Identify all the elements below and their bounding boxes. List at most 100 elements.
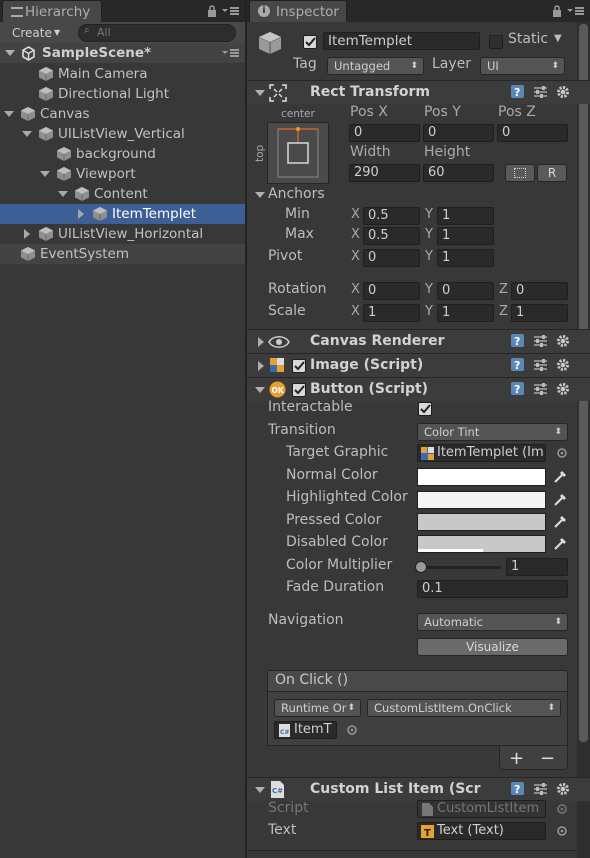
settings-gear-icon[interactable] — [555, 333, 571, 349]
foldout-open-icon[interactable] — [22, 129, 32, 139]
hierarchy-item-uilistview-horizontal[interactable]: UIListView_Horizontal — [0, 224, 245, 244]
posy-field[interactable]: 0 — [423, 124, 494, 142]
foldout-closed-icon[interactable] — [76, 209, 86, 219]
target-graphic-field[interactable]: ItemTemplet (Im — [417, 444, 546, 462]
anchor-presets-button[interactable] — [267, 122, 329, 184]
inspector-lock-icon[interactable] — [552, 5, 562, 17]
create-button[interactable]: Create ▼ — [6, 24, 66, 42]
add-event-button[interactable]: + — [509, 748, 524, 769]
help-icon[interactable]: ? — [510, 84, 525, 99]
inspector-menu-icon[interactable] — [566, 5, 586, 17]
context-menu-icon[interactable] — [221, 5, 241, 17]
help-icon[interactable]: ? — [510, 357, 525, 372]
inspector-tab[interactable]: i Inspector — [249, 0, 347, 22]
foldout-open-icon[interactable] — [255, 385, 265, 395]
hierarchy-item-content[interactable]: Content — [0, 184, 245, 204]
navigation-dropdown[interactable]: Automatic ⬍ — [417, 613, 568, 631]
highlighted-color-swatch[interactable] — [417, 491, 546, 509]
multiplier-field[interactable]: 1 — [506, 558, 568, 576]
transition-dropdown[interactable]: Color Tint ⬍ — [417, 423, 568, 441]
object-name-field[interactable]: ItemTemplet — [323, 32, 480, 50]
hierarchy-item-uilistview-vertical[interactable]: UIListView_Vertical — [0, 124, 245, 144]
disabled-color-swatch[interactable] — [417, 535, 546, 553]
hierarchy-tab[interactable]: Hierarchy — [2, 0, 102, 22]
foldout-open-icon[interactable] — [4, 109, 14, 119]
interactable-checkbox[interactable] — [418, 402, 432, 416]
help-icon[interactable]: ? — [510, 381, 525, 396]
anchors-max-x-field[interactable]: 0.5 — [363, 227, 420, 245]
eyedropper-icon[interactable] — [552, 492, 568, 508]
pivot-y-field[interactable]: 1 — [437, 249, 494, 267]
pivot-x-field[interactable]: 0 — [363, 249, 420, 267]
runtime-dropdown[interactable]: Runtime Or ⬍ — [274, 699, 361, 717]
hierarchy-item-canvas[interactable]: Canvas — [0, 104, 245, 124]
hierarchy-search-input[interactable]: ⌕ All — [78, 24, 236, 42]
preset-icon[interactable] — [533, 85, 548, 99]
multiplier-slider-thumb[interactable] — [415, 561, 427, 573]
posz-field[interactable]: 0 — [497, 124, 568, 142]
text-field[interactable]: T Text (Text) — [417, 822, 546, 840]
button-enabled-checkbox[interactable] — [292, 383, 306, 397]
active-checkbox[interactable] — [303, 35, 317, 49]
static-checkbox[interactable] — [489, 35, 503, 49]
lock-icon[interactable] — [207, 5, 217, 17]
raw-edit-button[interactable]: R — [537, 164, 567, 182]
hierarchy-item-background[interactable]: background — [0, 144, 245, 164]
foldout-closed-icon[interactable] — [22, 229, 32, 239]
normal-color-swatch[interactable] — [417, 468, 546, 486]
hierarchy-item-directional-light[interactable]: Directional Light — [0, 84, 245, 104]
preset-icon[interactable] — [533, 382, 548, 396]
rotation-y-field[interactable]: 0 — [437, 282, 494, 300]
remove-event-button[interactable]: − — [540, 748, 555, 769]
scale-y-field[interactable]: 1 — [437, 304, 494, 322]
object-picker-icon[interactable] — [556, 803, 568, 815]
scene-menu-icon[interactable] — [221, 47, 241, 59]
image-enabled-checkbox[interactable] — [292, 359, 306, 373]
rect-transform-header[interactable]: Rect Transform ? — [247, 80, 590, 104]
anchors-min-x-field[interactable]: 0.5 — [363, 207, 420, 225]
hierarchy-item-itemtemplet[interactable]: ItemTemplet — [0, 204, 245, 224]
help-icon[interactable]: ? — [510, 781, 525, 796]
fade-duration-field[interactable]: 0.1 — [417, 580, 568, 598]
visualize-button[interactable]: Visualize — [417, 638, 568, 656]
posx-field[interactable]: 0 — [349, 124, 420, 142]
settings-gear-icon[interactable] — [555, 381, 571, 397]
foldout-closed-icon[interactable] — [256, 337, 266, 347]
pressed-color-swatch[interactable] — [417, 513, 546, 531]
handler-dropdown[interactable]: CustomListItem.OnClick ⬍ — [367, 699, 561, 717]
preset-icon[interactable] — [533, 334, 548, 348]
settings-gear-icon[interactable] — [555, 781, 571, 797]
anchors-foldout-icon[interactable] — [255, 190, 265, 200]
multiplier-slider-track[interactable] — [419, 566, 501, 569]
help-icon[interactable]: ? — [510, 333, 525, 348]
button-script-header[interactable]: OK Button (Script) ? — [247, 377, 590, 401]
height-field[interactable]: 60 — [423, 164, 494, 182]
hierarchy-item-main-camera[interactable]: Main Camera — [0, 64, 245, 84]
eyedropper-icon[interactable] — [552, 514, 568, 530]
image-script-header[interactable]: Image (Script) ? — [247, 353, 590, 377]
inspector-scrollbar[interactable] — [577, 22, 590, 858]
rotation-x-field[interactable]: 0 — [363, 282, 420, 300]
foldout-open-icon[interactable] — [5, 48, 15, 58]
settings-gear-icon[interactable] — [555, 357, 571, 373]
layer-dropdown[interactable]: UI ⬍ — [480, 57, 565, 75]
scale-z-field[interactable]: 1 — [511, 304, 568, 322]
width-field[interactable]: 290 — [349, 164, 420, 182]
object-picker-icon[interactable] — [556, 447, 568, 459]
foldout-open-icon[interactable] — [40, 169, 50, 179]
anchors-min-y-field[interactable]: 1 — [437, 207, 494, 225]
static-dropdown-icon[interactable]: ▼ — [554, 33, 562, 44]
custom-list-item-header[interactable]: C# Custom List Item (Scr ? — [247, 777, 590, 801]
hierarchy-item-eventsystem[interactable]: EventSystem — [0, 244, 245, 264]
foldout-closed-icon[interactable] — [256, 361, 266, 371]
foldout-open-icon[interactable] — [255, 88, 265, 98]
scene-row[interactable]: SampleScene* — [0, 43, 245, 63]
object-picker-icon[interactable] — [346, 724, 358, 736]
blueprint-mode-button[interactable] — [505, 164, 535, 182]
foldout-open-icon[interactable] — [255, 785, 265, 795]
preset-icon[interactable] — [533, 782, 548, 796]
tag-dropdown[interactable]: Untagged ⬍ — [327, 57, 424, 75]
eyedropper-icon[interactable] — [552, 469, 568, 485]
scale-x-field[interactable]: 1 — [363, 304, 420, 322]
canvas-renderer-header[interactable]: Canvas Renderer ? — [247, 329, 590, 353]
